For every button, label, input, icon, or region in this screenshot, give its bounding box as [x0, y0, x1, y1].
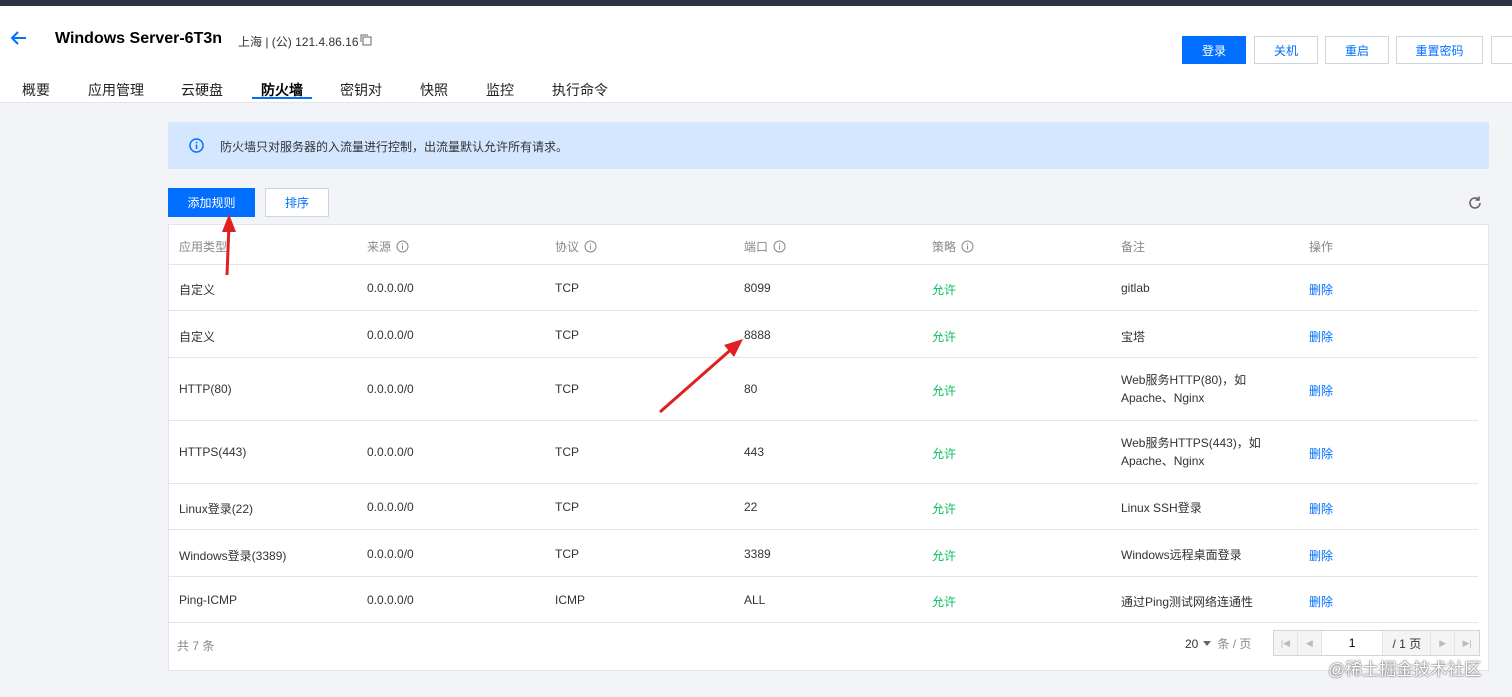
annotation-arrows	[222, 214, 743, 414]
annotation-arrow-icon	[222, 214, 236, 276]
annotation-arrow-icon	[659, 339, 743, 414]
watermark: @稀土掘金技术社区	[1328, 660, 1482, 679]
